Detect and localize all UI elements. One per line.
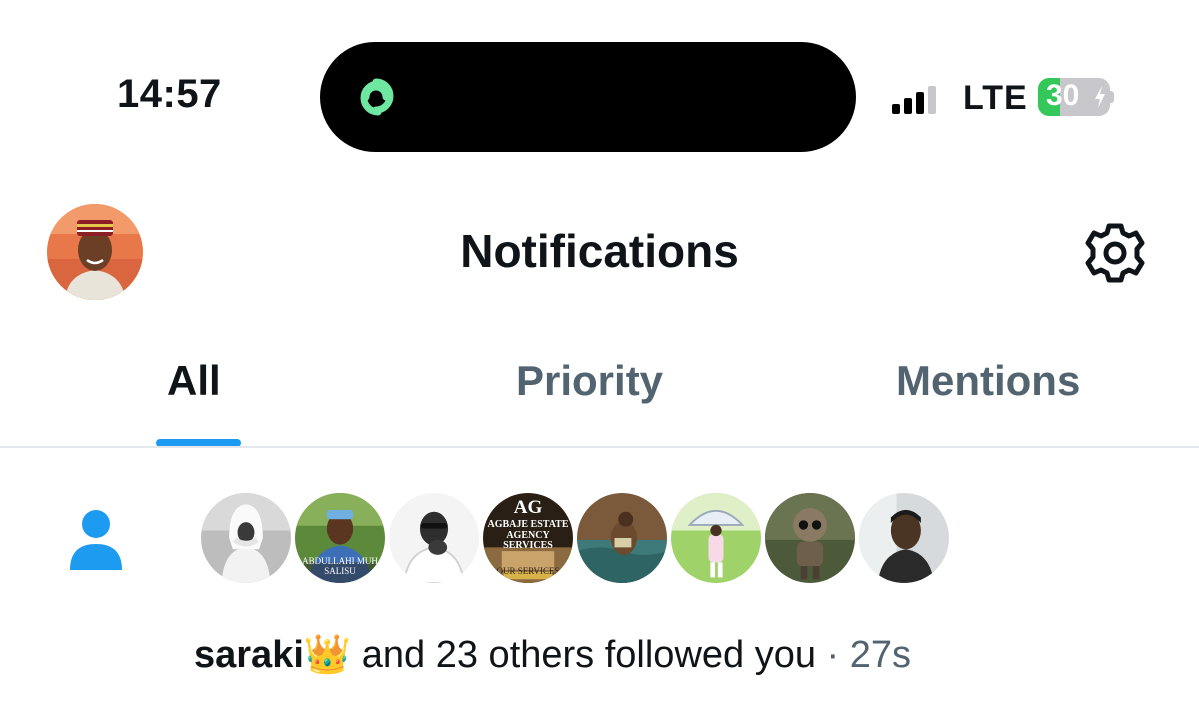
follower-avatar[interactable]: AG AGBAJE ESTATE AGENCY SERVICES OUR SER… bbox=[480, 490, 576, 586]
status-time: 14:57 bbox=[117, 72, 222, 116]
gear-icon[interactable] bbox=[1082, 220, 1148, 286]
battery-percent: 30 bbox=[1046, 79, 1080, 112]
tabs-divider bbox=[0, 446, 1199, 448]
tab-all[interactable]: All bbox=[167, 360, 221, 402]
linked-rings-icon bbox=[360, 78, 394, 116]
crown-emoji: 👑 bbox=[303, 634, 352, 676]
tab-priority[interactable]: Priority bbox=[516, 360, 663, 402]
notification-text[interactable]: saraki👑 and 23 others followed you · 27s bbox=[194, 636, 911, 674]
follower-avatar-caption: ABDULLAHI MUH SALISU bbox=[302, 556, 378, 577]
dynamic-island[interactable] bbox=[320, 42, 856, 152]
ag-logo-text: AG bbox=[513, 497, 543, 518]
page-title: Notifications bbox=[460, 225, 739, 277]
charging-bolt-icon bbox=[1095, 86, 1105, 108]
notification-tabs: All Priority Mentions bbox=[0, 340, 1199, 448]
network-type: LTE bbox=[963, 79, 1028, 117]
separator-dot: · bbox=[815, 634, 850, 676]
follower-name[interactable]: saraki bbox=[194, 634, 304, 676]
follower-avatar[interactable] bbox=[668, 490, 764, 586]
agency-name: AGBAJE ESTATE AGENCY SERVICES bbox=[487, 519, 569, 551]
person-icon bbox=[70, 510, 122, 570]
cellular-signal-icon bbox=[892, 84, 938, 114]
follower-avatar[interactable] bbox=[856, 490, 952, 586]
follower-avatar[interactable]: ABDULLAHI MUH SALISU bbox=[292, 490, 388, 586]
follower-avatar[interactable] bbox=[762, 490, 858, 586]
notifications-screen: 14:57 LTE 30 Notifications All Priority … bbox=[0, 0, 1199, 712]
battery-icon: 30 bbox=[1038, 78, 1110, 116]
agency-footer: OUR SERVICES bbox=[496, 566, 560, 577]
follower-avatar[interactable] bbox=[574, 490, 670, 586]
follower-avatar[interactable] bbox=[386, 490, 482, 586]
tab-mentions[interactable]: Mentions bbox=[896, 360, 1080, 402]
follower-avatars: ABDULLAHI MUH SALISU AG AGBAJE ESTATE AG… bbox=[198, 490, 978, 586]
notification-time: 27s bbox=[849, 634, 912, 676]
notification-message: and 23 others followed you bbox=[351, 634, 816, 676]
follower-avatar[interactable] bbox=[198, 490, 294, 586]
battery-cap bbox=[1110, 91, 1114, 103]
